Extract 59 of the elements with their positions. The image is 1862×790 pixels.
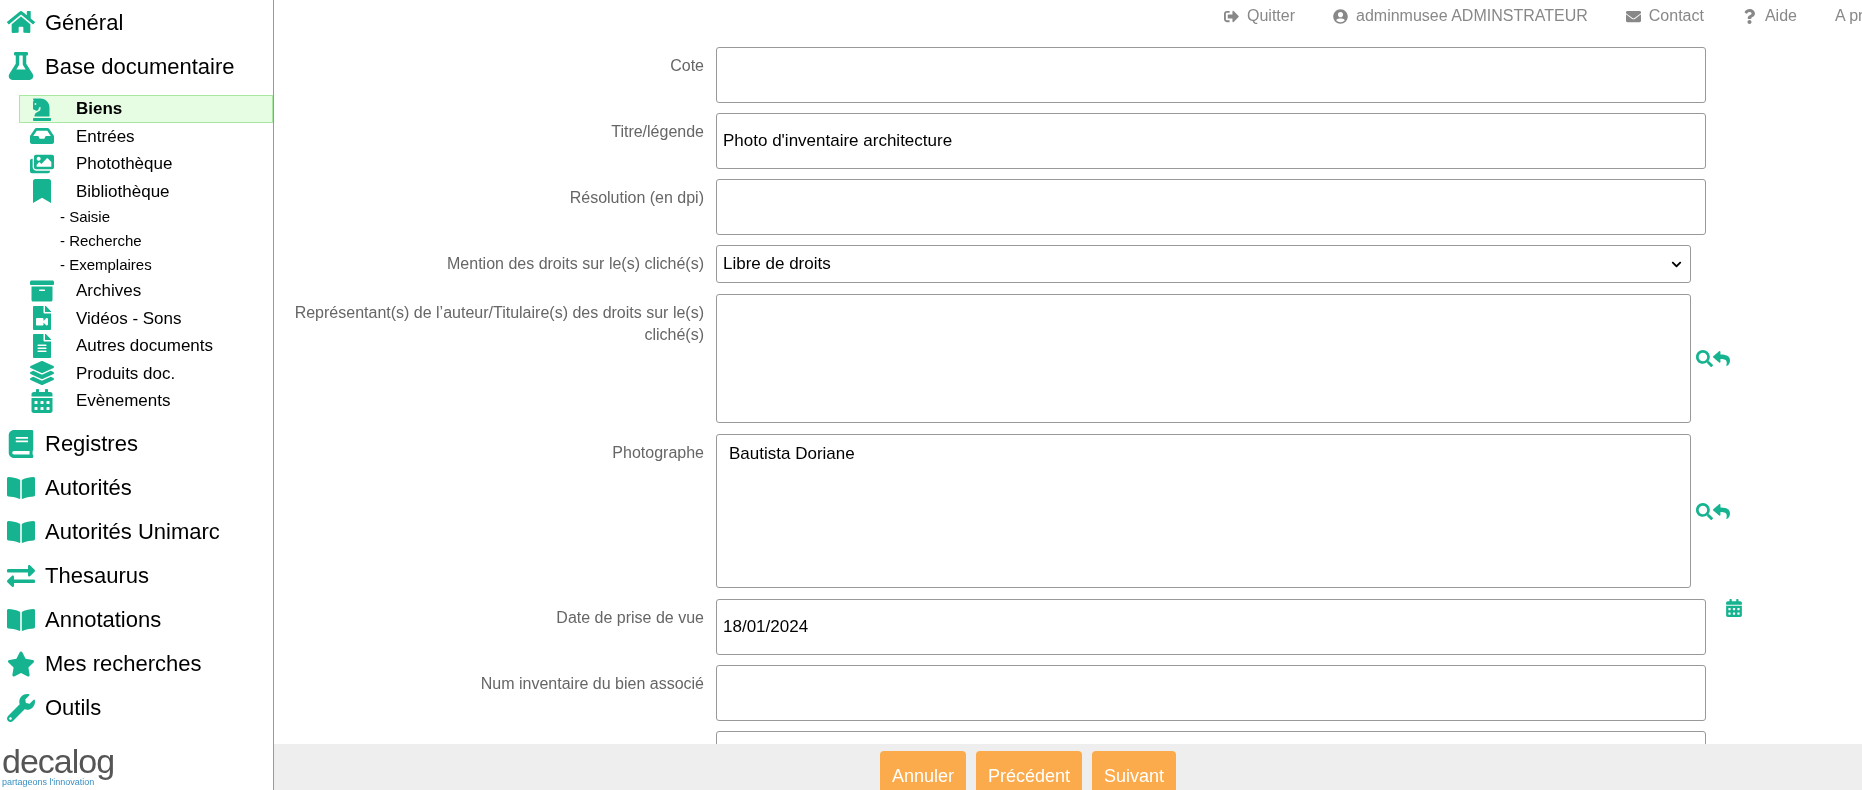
nav-item[interactable]: Autorités [0, 465, 273, 510]
nav-subitem[interactable]: Evènements [19, 387, 273, 415]
search-icon[interactable] [1696, 350, 1713, 367]
field-label: Num inventaire du bien associé [480, 674, 704, 694]
dropdown[interactable]: Libre de droits [716, 245, 1691, 283]
field-label: Représentant(s) de l’auteur/Titulaire(s) des droits sur le(s) cliché(s) [293, 303, 704, 345]
top-link[interactable]: Quitter [1224, 4, 1295, 28]
user-icon [1333, 8, 1348, 24]
date-field[interactable]: 18/01/2024 [716, 599, 1706, 655]
video-file-icon [30, 306, 54, 331]
text-field[interactable] [716, 47, 1706, 103]
field-label: Date de prise de vue [556, 608, 704, 628]
nav-item[interactable]: Général [0, 0, 273, 44]
top-link[interactable]: Contact [1625, 4, 1704, 28]
nav-item[interactable]: Annotations [0, 597, 273, 642]
nav-subitem[interactable]: - Saisie [60, 205, 273, 229]
house-icon [7, 8, 35, 36]
field-label: Titre/légende [611, 122, 704, 142]
document-icon [30, 333, 54, 358]
nav-item[interactable]: Mes recherches [0, 641, 273, 686]
reply-arrow-icon[interactable] [1713, 502, 1730, 520]
nav-subitem[interactable]: - Recherche [60, 229, 273, 253]
text-field[interactable]: Photo d'inventaire architecture [716, 113, 1706, 169]
nav-subitem[interactable]: Photothèque [19, 150, 273, 178]
nav-item[interactable]: Autorités Unimarc [0, 509, 273, 554]
text-field[interactable] [716, 665, 1706, 721]
nav-item[interactable]: Outils [0, 685, 273, 730]
text-area[interactable]: Bautista Doriane [716, 434, 1691, 588]
stack-icon [30, 361, 54, 386]
calendar-icon[interactable] [1725, 599, 1743, 617]
archive-box-icon [30, 278, 54, 303]
search-icon[interactable] [1696, 502, 1713, 520]
nav-subitem[interactable]: Produits doc. [19, 359, 273, 387]
nav-subitem[interactable]: Entrées [19, 122, 273, 150]
field-label: Résolution (en dpi) [569, 188, 704, 208]
reply-arrow-icon[interactable] [1713, 350, 1730, 367]
nav-subitem[interactable]: Bibliothèque [19, 177, 273, 205]
field-label: Cote [670, 56, 704, 76]
top-link[interactable]: Aide [1741, 4, 1797, 28]
exit-icon [1224, 8, 1239, 24]
logo-tagline: partageons l'innovation [2, 777, 95, 787]
wrench-icon [7, 693, 35, 722]
nav-subitem[interactable]: Autres documents [19, 332, 273, 360]
nav-item[interactable]: Registres [0, 421, 273, 466]
calendar-icon [30, 388, 54, 413]
text-field[interactable] [716, 179, 1706, 235]
nav-subitem[interactable]: - Exemplaires [60, 253, 273, 277]
field-label: Photographe [612, 443, 704, 463]
nav-subitem[interactable]: Biens [19, 95, 273, 123]
logo-wordmark: decalog [2, 743, 116, 778]
field-label: Mention des droits sur le(s) cliché(s) [447, 254, 704, 274]
nav-subitem[interactable]: Vidéos - Sons [19, 304, 273, 332]
envelope-icon [1625, 8, 1641, 24]
nav-item[interactable]: Thesaurus [0, 553, 273, 598]
star-icon [7, 649, 35, 678]
top-link[interactable]: adminmusee ADMINSTRATEUR [1333, 4, 1588, 28]
nav-item[interactable]: Base documentaire [0, 44, 273, 88]
flask-icon [7, 52, 35, 80]
nav-subitem[interactable]: Archives [19, 277, 273, 305]
